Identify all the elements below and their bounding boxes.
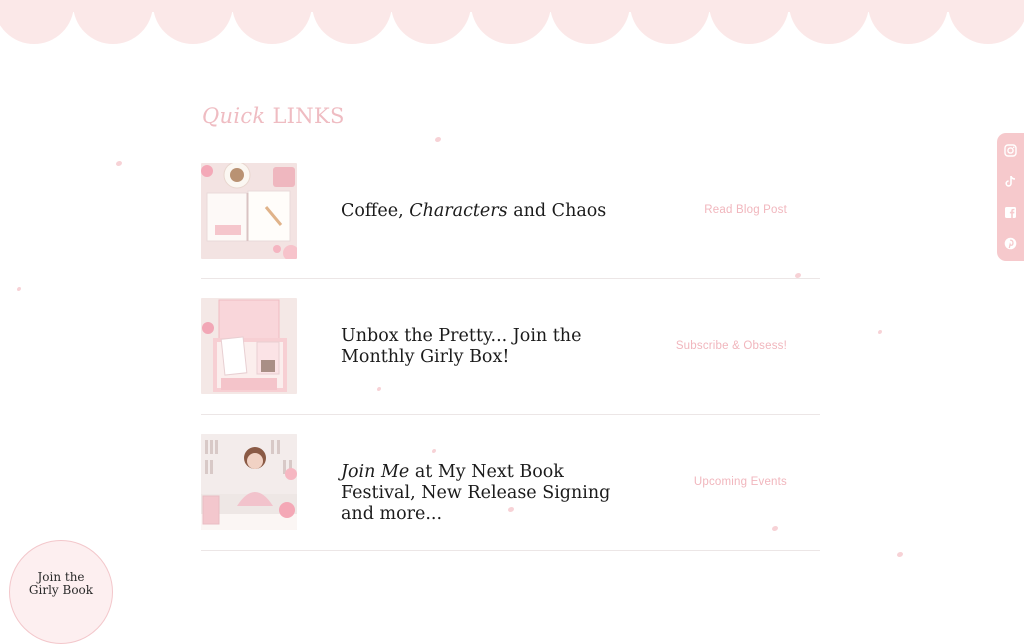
section-title-script: Quick <box>202 104 266 128</box>
petal-decoration <box>435 137 441 142</box>
quick-link-title[interactable]: Join Me at My Next Book Festival, New Re… <box>341 462 631 525</box>
facebook-icon[interactable] <box>1004 206 1017 219</box>
quick-link-title[interactable]: Unbox the Pretty... Join the Monthly Gir… <box>341 326 591 368</box>
quick-link-row-box: Unbox the Pretty... Join the Monthly Gir… <box>201 298 820 415</box>
instagram-icon[interactable] <box>1004 144 1017 157</box>
quick-link-row-blog: Coffee, Characters and Chaos Read Blog P… <box>201 163 820 279</box>
join-girly-book-club-button[interactable]: Join the Girly Book <box>9 540 113 644</box>
petal-decoration <box>897 552 903 557</box>
pink-subscription-box-image[interactable] <box>201 298 297 394</box>
author-signing-books-image[interactable] <box>201 434 297 530</box>
petal-decoration <box>878 330 882 334</box>
desk-journal-coffee-image[interactable] <box>201 163 297 259</box>
petal-decoration <box>116 161 122 166</box>
quick-link-row-events: Join Me at My Next Book Festival, New Re… <box>201 434 820 551</box>
section-title: Quick LINKS <box>202 104 345 128</box>
petal-decoration <box>17 287 21 291</box>
social-sidebar <box>997 133 1024 261</box>
pinterest-icon[interactable] <box>1004 237 1017 250</box>
section-title-rest: LINKS <box>272 104 345 128</box>
scalloped-border <box>0 0 1024 44</box>
tiktok-icon[interactable] <box>1004 175 1017 188</box>
join-bubble-label: Join the Girly Book <box>28 570 94 597</box>
upcoming-events-link[interactable]: Upcoming Events <box>694 476 787 488</box>
quick-link-title[interactable]: Coffee, Characters and Chaos <box>341 201 661 222</box>
subscribe-obsess-link[interactable]: Subscribe & Obsess! <box>676 340 787 352</box>
read-blog-post-link[interactable]: Read Blog Post <box>704 204 787 216</box>
